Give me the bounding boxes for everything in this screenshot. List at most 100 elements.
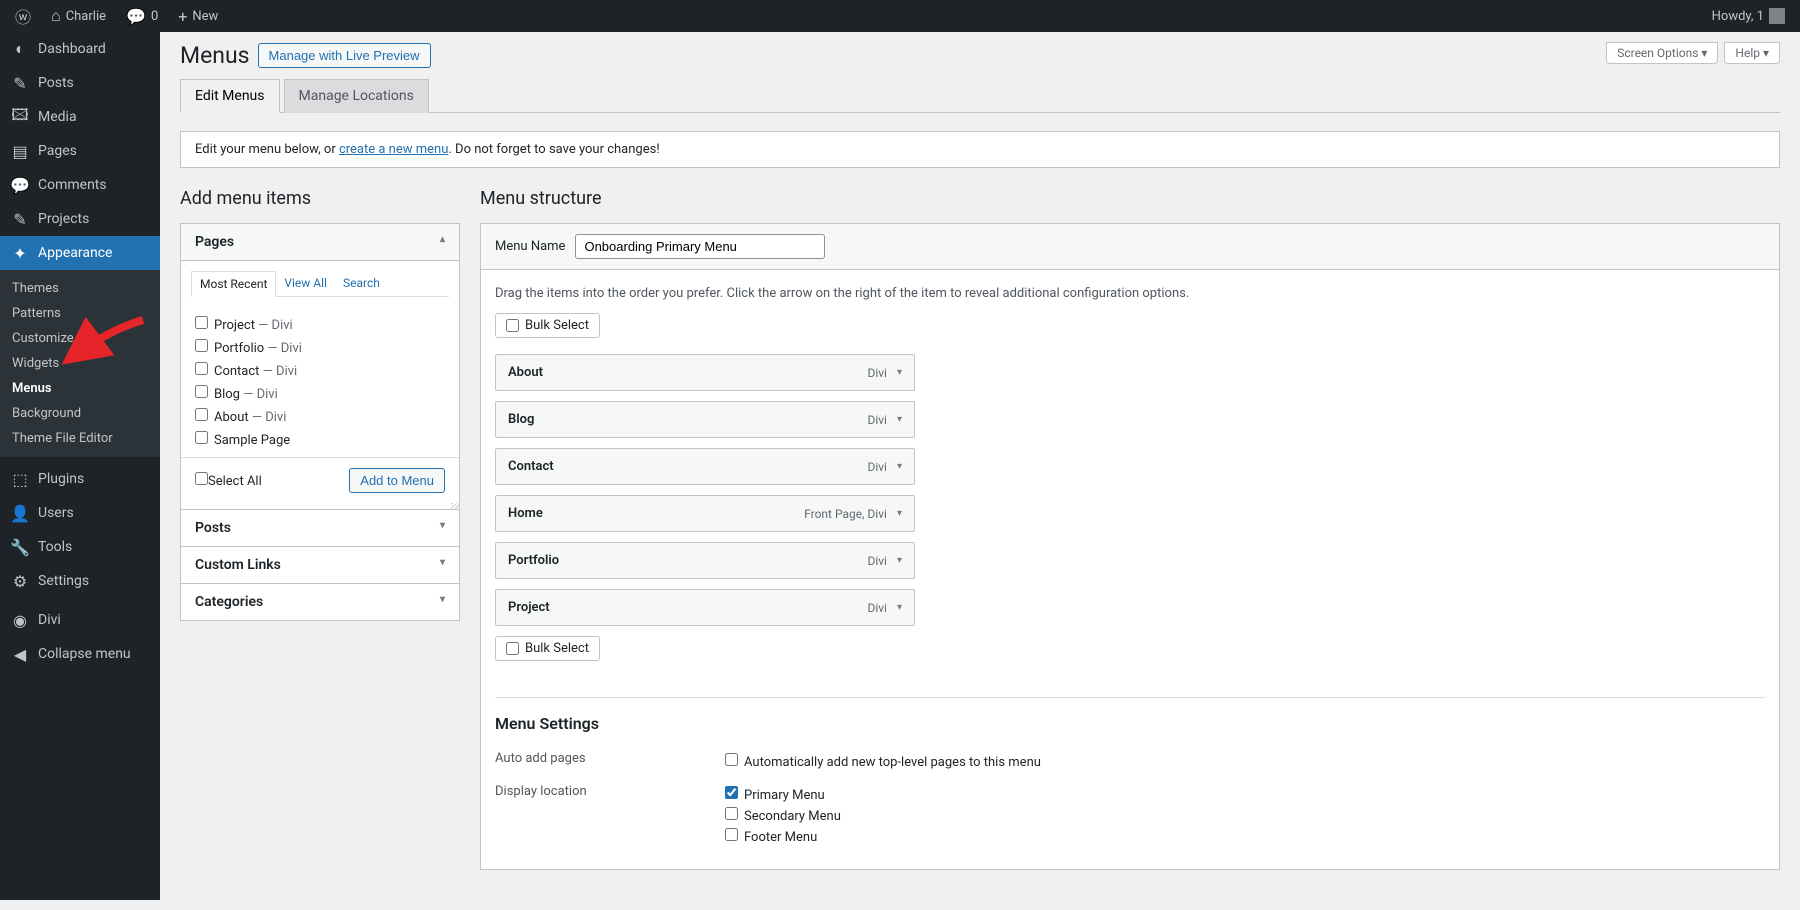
sidebar-item-pages[interactable]: ▤Pages <box>0 134 160 168</box>
submenu-menus[interactable]: Menus <box>0 376 160 401</box>
sidebar-item-dashboard[interactable]: ◐Dashboard <box>0 32 160 66</box>
menu-icon: ✦ <box>10 244 30 263</box>
menu-item[interactable]: HomeFront Page, Divi▾ <box>495 495 915 532</box>
chevron-down-icon: ▾ <box>440 557 445 568</box>
auto-add-checkbox[interactable] <box>725 753 738 766</box>
screen-options-button[interactable]: Screen Options ▾ <box>1606 42 1718 64</box>
page-item[interactable]: Sample Page <box>195 428 445 451</box>
bulk-select-top[interactable]: Bulk Select <box>495 313 600 338</box>
submenu-theme-file-editor[interactable]: Theme File Editor <box>0 426 160 451</box>
subtab-search[interactable]: Search <box>335 271 388 296</box>
page-checkbox[interactable] <box>195 431 208 444</box>
site-name: Charlie <box>66 9 106 24</box>
page-checkbox[interactable] <box>195 362 208 375</box>
subtab-view-all[interactable]: View All <box>276 271 335 296</box>
submenu-widgets[interactable]: Widgets <box>0 351 160 376</box>
comment-count: 0 <box>151 9 158 24</box>
menu-item-title: Contact <box>508 459 554 474</box>
sidebar-item-plugins[interactable]: ⬚Plugins <box>0 462 160 496</box>
live-preview-button[interactable]: Manage with Live Preview <box>258 43 431 68</box>
sidebar-item-tools[interactable]: 🔧Tools <box>0 530 160 564</box>
menu-label: Settings <box>38 573 89 589</box>
comment-icon: 💬 <box>126 7 146 26</box>
sidebar-item-projects[interactable]: ✎Projects <box>0 202 160 236</box>
site-link[interactable]: ⌂Charlie <box>46 0 111 32</box>
sidebar-item-users[interactable]: 👤Users <box>0 496 160 530</box>
page-checkbox[interactable] <box>195 316 208 329</box>
chevron-down-icon: ▾ <box>440 594 445 605</box>
auto-add-option[interactable]: Automatically add new top-level pages to… <box>725 751 1041 772</box>
menu-item-type: Front Page, Divi▾ <box>804 507 902 521</box>
page-item[interactable]: Project — Divi <box>195 313 445 336</box>
chevron-down-icon[interactable]: ▾ <box>897 461 902 472</box>
menu-label: Media <box>38 109 77 125</box>
panel-pages-toggle[interactable]: Pages▴ <box>181 224 459 261</box>
menu-settings-heading: Menu Settings <box>495 714 1765 733</box>
drag-hint: Drag the items into the order you prefer… <box>495 286 1765 301</box>
chevron-down-icon[interactable]: ▾ <box>897 555 902 566</box>
page-checkbox[interactable] <box>195 408 208 421</box>
select-all-checkbox[interactable] <box>195 472 208 485</box>
page-item[interactable]: Portfolio — Divi <box>195 336 445 359</box>
page-checkbox[interactable] <box>195 385 208 398</box>
resize-handle[interactable] <box>181 503 459 509</box>
menu-item[interactable]: PortfolioDivi▾ <box>495 542 915 579</box>
create-menu-link[interactable]: create a new menu <box>339 142 448 157</box>
comments-link[interactable]: 💬0 <box>121 0 163 32</box>
sidebar-item-settings[interactable]: ⚙ Settings <box>0 564 160 598</box>
menu-label: Posts <box>38 75 74 91</box>
submenu-patterns[interactable]: Patterns <box>0 301 160 326</box>
menu-icon: ✎ <box>10 210 30 229</box>
menu-name-input[interactable] <box>575 234 825 259</box>
page-item[interactable]: Contact — Divi <box>195 359 445 382</box>
chevron-down-icon[interactable]: ▾ <box>897 508 902 519</box>
page-item[interactable]: About — Divi <box>195 405 445 428</box>
location-option[interactable]: Primary Menu <box>725 784 841 805</box>
menu-item-type: Divi▾ <box>867 413 902 427</box>
location-option[interactable]: Footer Menu <box>725 826 841 847</box>
sidebar-item-collapse-menu[interactable]: ◀Collapse menu <box>0 637 160 671</box>
menu-edit: Menu Name Drag the items into the order … <box>480 223 1780 870</box>
bulk-checkbox[interactable] <box>506 319 519 332</box>
new-link[interactable]: +New <box>173 0 223 32</box>
page-item[interactable]: Blog — Divi <box>195 382 445 405</box>
sidebar-item-appearance[interactable]: ✦Appearance <box>0 236 160 270</box>
menu-item-title: Blog <box>508 412 534 427</box>
sidebar-item-media[interactable]: 🖾Media <box>0 100 160 134</box>
chevron-down-icon[interactable]: ▾ <box>897 602 902 613</box>
menu-item[interactable]: AboutDivi▾ <box>495 354 915 391</box>
help-button[interactable]: Help ▾ <box>1724 42 1780 64</box>
location-checkbox[interactable] <box>725 786 738 799</box>
location-checkbox[interactable] <box>725 828 738 841</box>
tab-manage-locations[interactable]: Manage Locations <box>284 79 429 113</box>
howdy[interactable]: Howdy, 1 <box>1707 0 1790 32</box>
menu-label: Divi <box>38 612 61 628</box>
admin-bar: ⓦ ⌂Charlie 💬0 +New Howdy, 1 <box>0 0 1800 32</box>
submenu-background[interactable]: Background <box>0 401 160 426</box>
wp-logo[interactable]: ⓦ <box>10 0 36 32</box>
subtab-recent[interactable]: Most Recent <box>191 271 276 297</box>
panel-custom-toggle[interactable]: Custom Links▾ <box>181 547 459 583</box>
submenu-customize[interactable]: Customize <box>0 326 160 351</box>
sidebar-item-divi[interactable]: ◉Divi <box>0 603 160 637</box>
menu-icon: ⚙ <box>10 572 30 591</box>
panel-pages: Pages▴ Most Recent View All Search Proje… <box>180 223 460 510</box>
panel-categories-toggle[interactable]: Categories▾ <box>181 584 459 620</box>
add-to-menu-button[interactable]: Add to Menu <box>349 468 445 493</box>
submenu-themes[interactable]: Themes <box>0 276 160 301</box>
tab-edit-menus[interactable]: Edit Menus <box>180 79 280 113</box>
menu-item[interactable]: ProjectDivi▾ <box>495 589 915 626</box>
location-option[interactable]: Secondary Menu <box>725 805 841 826</box>
sidebar-item-comments[interactable]: 💬Comments <box>0 168 160 202</box>
panel-posts-toggle[interactable]: Posts▾ <box>181 510 459 546</box>
page-checkbox[interactable] <box>195 339 208 352</box>
sidebar-item-posts[interactable]: ✎Posts <box>0 66 160 100</box>
menu-item[interactable]: Blog Divi▾ <box>495 401 915 438</box>
select-all[interactable]: Select All <box>195 472 262 489</box>
bulk-select-bottom[interactable]: Bulk Select <box>495 636 600 661</box>
chevron-down-icon[interactable]: ▾ <box>897 414 902 425</box>
bulk-checkbox[interactable] <box>506 642 519 655</box>
menu-item[interactable]: ContactDivi▾ <box>495 448 915 485</box>
chevron-down-icon[interactable]: ▾ <box>897 367 902 378</box>
location-checkbox[interactable] <box>725 807 738 820</box>
